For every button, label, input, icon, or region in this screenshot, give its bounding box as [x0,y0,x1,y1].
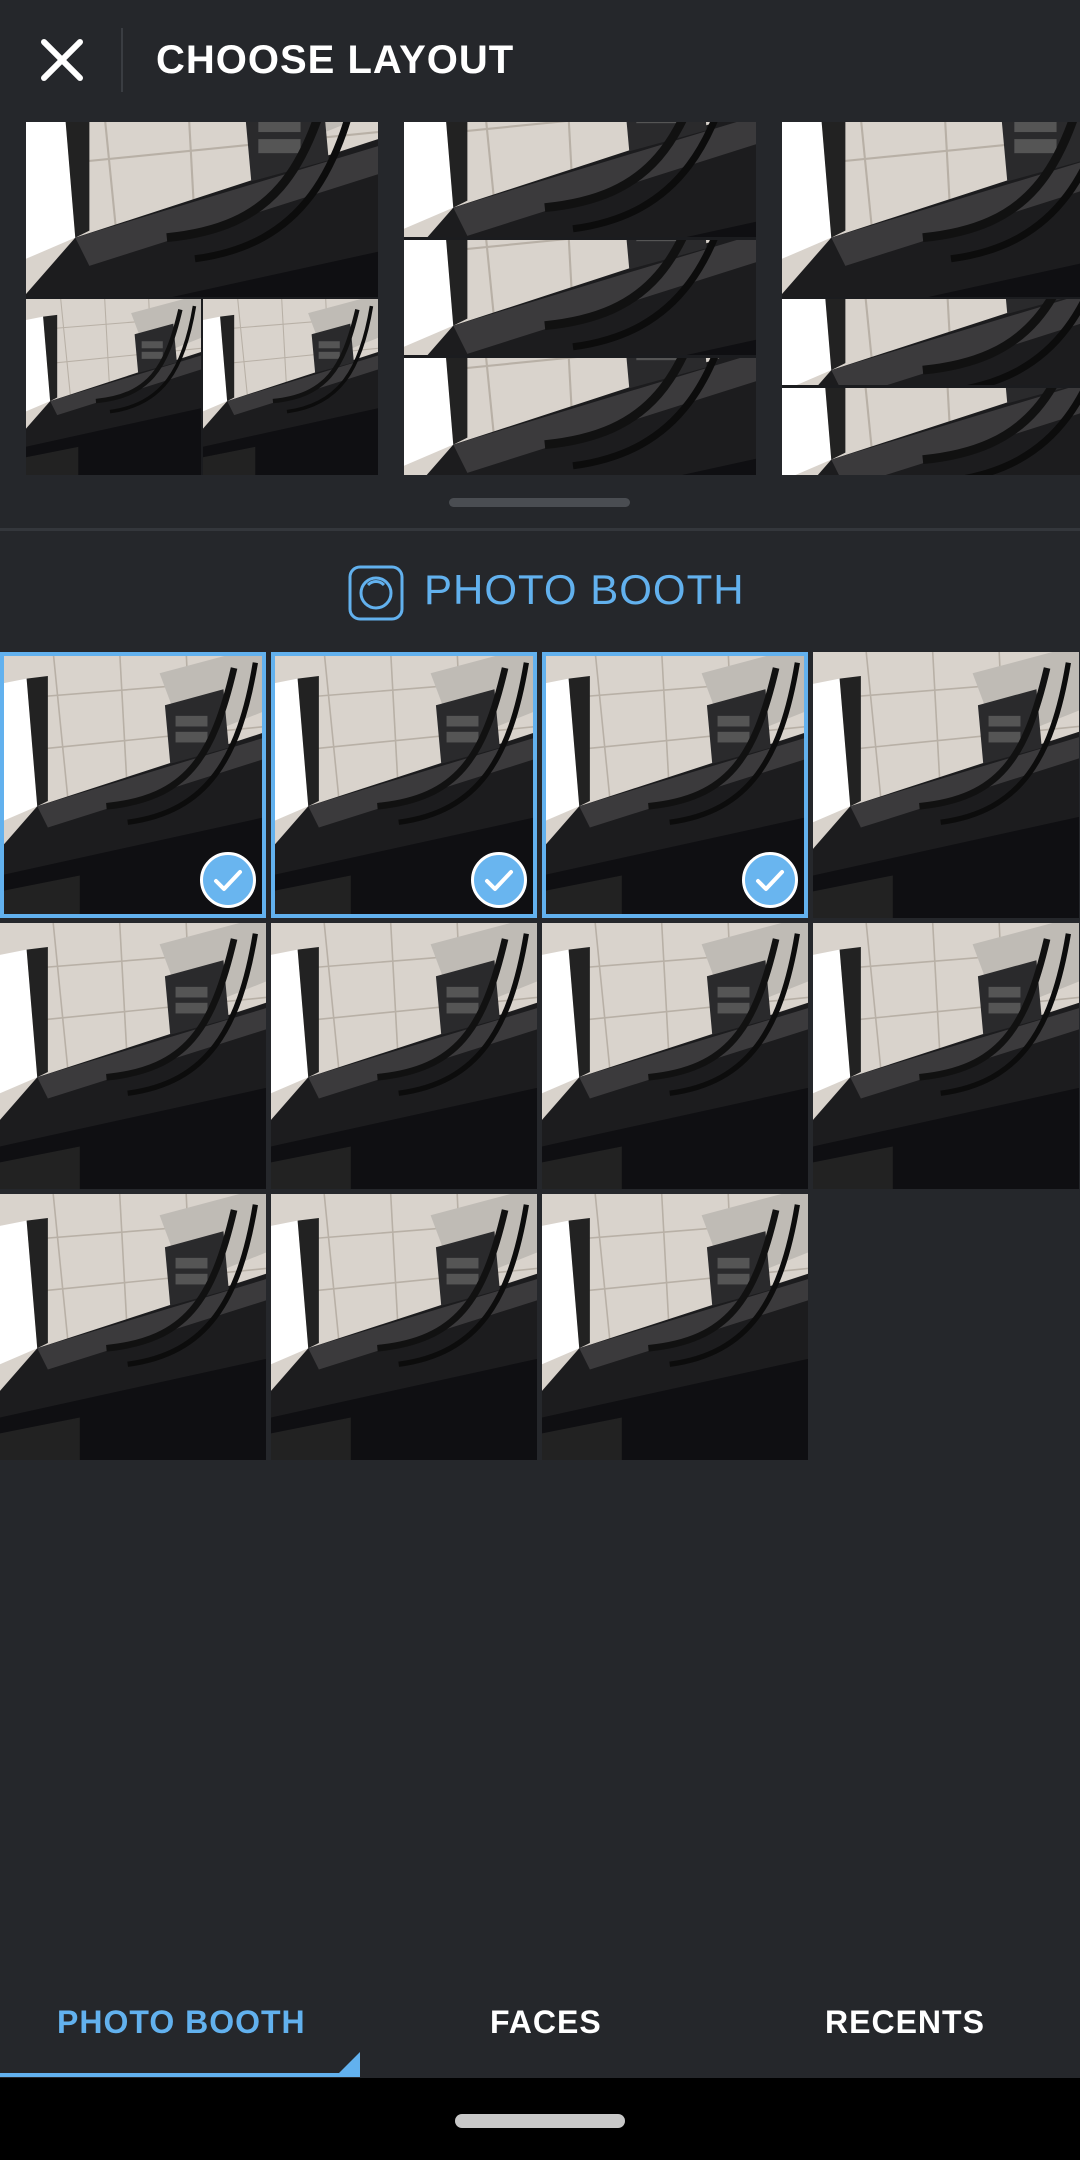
top-bar: CHOOSE LAYOUT [0,0,1080,122]
layout-cell [404,358,756,475]
header-divider [121,28,123,92]
active-tab-indicator-corner [338,2052,360,2074]
photo-thumb[interactable] [542,923,808,1189]
album-header: PHOTO BOOTH [0,560,1080,624]
layout-cell [404,240,756,355]
photo-thumb[interactable] [271,923,537,1189]
photo-thumb[interactable] [0,923,266,1189]
photo-thumb[interactable] [0,1194,266,1460]
photo-thumb[interactable] [542,652,808,918]
layout-option-3[interactable] [782,122,1080,475]
close-icon [41,39,83,81]
checkmark-icon [200,852,256,908]
checkmark-icon [742,852,798,908]
layout-cell [26,122,378,297]
photo-thumb[interactable] [813,652,1079,918]
layout-carousel[interactable] [0,122,1080,475]
photo-thumb[interactable] [542,1194,808,1460]
checkmark-icon [471,852,527,908]
bottom-tab-bar: PHOTO BOOTH FACES RECENTS [0,1990,1080,2078]
layout-cell [203,299,378,475]
album-title: PHOTO BOOTH [424,566,745,613]
tab-photo-booth[interactable]: PHOTO BOOTH [57,2004,306,2041]
section-divider [0,528,1080,531]
layout-cell [782,388,1080,475]
layout-cell [26,299,201,475]
page-title: CHOOSE LAYOUT [156,38,515,82]
photo-booth-icon [348,565,404,621]
tab-faces[interactable]: FACES [490,2004,602,2041]
layout-cell [782,299,1080,385]
layout-option-2[interactable] [404,122,756,475]
photo-thumb[interactable] [271,652,537,918]
active-tab-underline [0,2073,360,2077]
layout-option-1[interactable] [26,122,378,475]
system-nav-bar [0,2078,1080,2160]
photo-thumb[interactable] [0,652,266,918]
home-gesture-handle[interactable] [455,2114,625,2128]
close-button[interactable] [30,28,94,92]
tab-recents[interactable]: RECENTS [825,2004,985,2041]
layout-cell [782,122,1080,297]
layout-cell [404,122,756,237]
carousel-scrollbar[interactable] [449,498,630,507]
photo-thumb[interactable] [271,1194,537,1460]
photo-thumb[interactable] [813,923,1079,1189]
